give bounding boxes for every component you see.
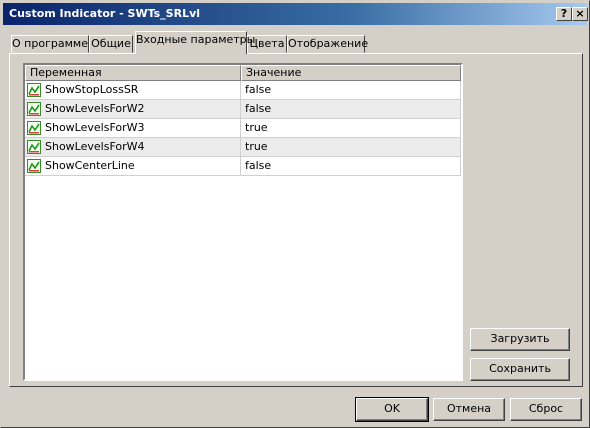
- title-bar[interactable]: Custom Indicator - SWTs_SRLvl ? ×: [3, 3, 588, 25]
- parameters-table: Переменная Значение ShowStopLossSR false…: [23, 63, 463, 381]
- variable-name-cell: ShowLevelsForW4: [25, 138, 241, 157]
- parameter-icon: [27, 140, 41, 154]
- table-row[interactable]: ShowLevelsForW4 true: [25, 138, 461, 157]
- value-cell[interactable]: false: [241, 157, 461, 176]
- help-button[interactable]: ?: [556, 7, 572, 21]
- tab-common[interactable]: Общие: [89, 35, 133, 53]
- variable-name-cell: ShowLevelsForW2: [25, 100, 241, 119]
- ok-button[interactable]: OK: [355, 397, 429, 422]
- column-header-variable[interactable]: Переменная: [25, 65, 241, 81]
- tab-about[interactable]: О программе: [11, 35, 89, 53]
- value-cell[interactable]: true: [241, 119, 461, 138]
- variable-name: ShowCenterLine: [45, 159, 135, 172]
- variable-name-cell: ShowCenterLine: [25, 157, 241, 176]
- table-row[interactable]: ShowLevelsForW3 true: [25, 119, 461, 138]
- variable-name: ShowLevelsForW3: [45, 121, 145, 134]
- parameter-icon: [27, 121, 41, 135]
- dialog-window: Custom Indicator - SWTs_SRLvl ? × О прог…: [0, 0, 590, 428]
- tab-visualization[interactable]: Отображение: [287, 35, 368, 53]
- close-button[interactable]: ×: [572, 7, 588, 21]
- reset-button[interactable]: Сброс: [510, 398, 582, 421]
- variable-name: ShowLevelsForW4: [45, 140, 145, 153]
- parameter-icon: [27, 102, 41, 116]
- column-header-value[interactable]: Значение: [241, 65, 461, 81]
- variable-name: ShowStopLossSR: [45, 83, 139, 96]
- parameter-icon: [27, 83, 41, 97]
- variable-name-cell: ShowLevelsForW3: [25, 119, 241, 138]
- value-cell[interactable]: true: [241, 138, 461, 157]
- value-cell[interactable]: false: [241, 100, 461, 119]
- window-title: Custom Indicator - SWTs_SRLvl: [9, 7, 201, 20]
- value-cell[interactable]: false: [241, 81, 461, 100]
- cancel-button[interactable]: Отмена: [433, 398, 505, 421]
- tab-inputs[interactable]: Входные параметры: [135, 31, 255, 54]
- table-header: Переменная Значение: [25, 65, 461, 81]
- variable-name-cell: ShowStopLossSR: [25, 81, 241, 100]
- variable-name: ShowLevelsForW2: [45, 102, 145, 115]
- table-row[interactable]: ShowCenterLine false: [25, 157, 461, 176]
- load-button[interactable]: Загрузить: [470, 328, 570, 351]
- table-row[interactable]: ShowStopLossSR false: [25, 81, 461, 100]
- parameter-icon: [27, 159, 41, 173]
- table-row[interactable]: ShowLevelsForW2 false: [25, 100, 461, 119]
- save-button[interactable]: Сохранить: [470, 358, 570, 381]
